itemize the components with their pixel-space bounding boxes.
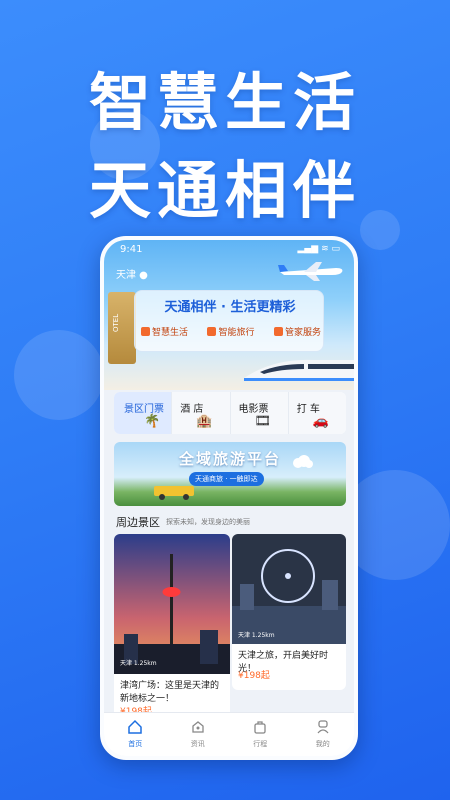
card-price: ¥198起 bbox=[238, 671, 270, 681]
status-bar: 9:41 ▂▄▆ ≋ ▭ bbox=[104, 244, 354, 258]
travel-platform-banner[interactable]: 全域旅游平台 天通商旅 · 一触即达 bbox=[114, 442, 346, 506]
feature-item: 管家服务 bbox=[273, 325, 321, 338]
news-icon bbox=[192, 721, 204, 733]
nav-label: 行程 bbox=[253, 740, 268, 748]
nav-news[interactable]: 资讯 bbox=[167, 713, 230, 756]
feature-item: 智慧生活 bbox=[141, 325, 188, 338]
headline-line1: 智慧生活 bbox=[88, 66, 361, 139]
location-selector[interactable]: 天津 ● bbox=[116, 266, 148, 281]
luggage-icon bbox=[254, 721, 266, 734]
tab-label: 电影票 bbox=[238, 404, 269, 415]
decor-bubble bbox=[14, 330, 104, 420]
palm-tree-icon: 🌴 bbox=[144, 414, 161, 429]
airplane-icon bbox=[278, 262, 343, 281]
nav-home[interactable]: 首页 bbox=[104, 713, 167, 756]
scenic-photo-tower bbox=[114, 534, 230, 674]
card-location: 天津 1.25km bbox=[120, 660, 157, 667]
tab-movie-tickets[interactable]: 电影票 🎞 bbox=[230, 392, 289, 434]
bullet-train-image bbox=[244, 359, 354, 381]
home-icon bbox=[128, 719, 142, 734]
profile-icon bbox=[317, 720, 329, 734]
feature-icon bbox=[141, 327, 150, 336]
section-title: 周边景区 bbox=[116, 516, 160, 529]
hotel-building: OTEL bbox=[108, 292, 136, 364]
scenic-card[interactable]: 天津 1.25km 津湾广场：这里是天津的新地标之一！ ¥198起 bbox=[114, 534, 230, 720]
status-time: 9:41 bbox=[120, 244, 143, 255]
nav-profile[interactable]: 我的 bbox=[292, 713, 355, 756]
section-subtitle: 探索未知，发现身边的美丽 bbox=[166, 518, 250, 526]
tab-label: 景区门票 bbox=[124, 404, 164, 415]
hero-banner[interactable]: 9:41 ▂▄▆ ≋ ▭ 天津 ● OTEL 天通相伴 · 生活更精彩 智慧生活… bbox=[104, 240, 354, 390]
feature-label: 智慧生活 bbox=[152, 328, 189, 338]
tab-label: 打 车 bbox=[296, 404, 320, 415]
hero-features: 智慧生活 智能旅行 管家服务 bbox=[141, 325, 321, 338]
car-icon: 🚗 bbox=[312, 414, 329, 429]
film-icon: 🎞 bbox=[254, 414, 272, 429]
status-icons: ▂▄▆ ≋ ▭ bbox=[297, 244, 340, 254]
tab-taxi[interactable]: 打 车 🚗 bbox=[288, 392, 346, 434]
hotel-icon: 🏨 bbox=[196, 414, 213, 429]
bus-icon bbox=[154, 486, 194, 500]
card-location: 天津 1.25km bbox=[238, 632, 275, 639]
nav-itinerary[interactable]: 行程 bbox=[229, 713, 292, 756]
feature-label: 管家服务 bbox=[284, 328, 321, 338]
nav-label: 首页 bbox=[128, 740, 143, 748]
feature-label: 智能旅行 bbox=[218, 328, 255, 338]
phone-mockup: 9:41 ▂▄▆ ≋ ▭ 天津 ● OTEL 天通相伴 · 生活更精彩 智慧生活… bbox=[100, 236, 358, 760]
cloud-icon bbox=[293, 455, 313, 468]
banner-subtitle: 天通商旅 · 一触即达 bbox=[189, 472, 264, 486]
card-title: 津湾广场：这里是天津的新地标之一！ bbox=[120, 681, 220, 704]
hero-slogan-card: 天通相伴 · 生活更精彩 智慧生活 智能旅行 管家服务 bbox=[134, 290, 324, 352]
scenic-photo-ferris-wheel bbox=[232, 534, 346, 644]
feature-icon bbox=[273, 327, 283, 336]
hero-slogan: 天通相伴 · 生活更精彩 bbox=[164, 300, 296, 315]
feature-icon bbox=[207, 327, 217, 336]
tab-hotel[interactable]: 酒 店 🏨 bbox=[172, 392, 231, 434]
nav-label: 资讯 bbox=[190, 740, 205, 748]
category-tabs: 景区门票 🌴 酒 店 🏨 电影票 🎞 打 车 🚗 bbox=[114, 392, 346, 434]
scenic-card[interactable]: 天津 1.25km 天津之旅，开启美好时光！ ¥198起 bbox=[232, 534, 346, 690]
nav-label: 我的 bbox=[315, 740, 330, 748]
tab-scenic-tickets[interactable]: 景区门票 🌴 bbox=[114, 392, 173, 434]
hotel-sign-text: OTEL bbox=[112, 313, 120, 332]
feature-item: 智能旅行 bbox=[207, 325, 255, 338]
headline-line2: 天通相伴 bbox=[88, 154, 361, 227]
bottom-nav: 首页 资讯 行程 我的 bbox=[104, 712, 354, 756]
tab-label: 酒 店 bbox=[180, 404, 204, 415]
